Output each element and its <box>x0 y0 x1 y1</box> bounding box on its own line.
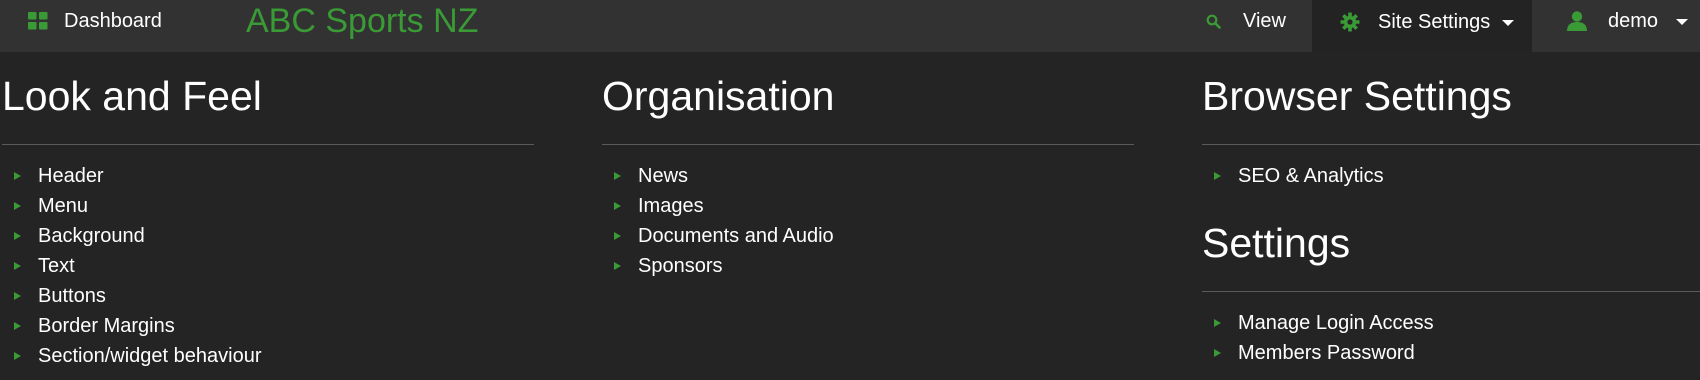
triangle-right-icon <box>1214 319 1221 327</box>
triangle-right-icon <box>614 172 621 180</box>
link-label: Manage Login Access <box>1238 311 1434 334</box>
link-text[interactable]: Text <box>2 251 534 281</box>
browser-settings-section: Browser Settings SEO & Analytics <box>1202 72 1700 191</box>
link-seo-analytics[interactable]: SEO & Analytics <box>1202 161 1700 191</box>
dashboard-nav-link[interactable]: Dashboard <box>28 0 162 42</box>
organisation-section: Organisation News Images Documents and A… <box>602 72 1134 281</box>
chevron-down-icon <box>1676 19 1689 25</box>
grid-icon <box>28 12 48 30</box>
triangle-right-icon <box>614 202 621 210</box>
link-label: Buttons <box>38 284 106 307</box>
link-label: Members Password <box>1238 341 1415 364</box>
settings-section: Settings Manage Login Access Members Pas… <box>1202 219 1700 368</box>
link-manage-login-access[interactable]: Manage Login Access <box>1202 308 1700 338</box>
link-header[interactable]: Header <box>2 161 534 191</box>
section-title: Look and Feel <box>2 73 262 119</box>
link-label: Border Margins <box>38 314 175 337</box>
link-documents-and-audio[interactable]: Documents and Audio <box>602 221 1134 251</box>
link-label: Menu <box>38 194 89 217</box>
link-sponsors[interactable]: Sponsors <box>602 251 1134 281</box>
gear-icon <box>1340 12 1360 32</box>
settings-links: Manage Login Access Members Password <box>1202 308 1700 368</box>
link-buttons[interactable]: Buttons <box>2 281 534 311</box>
triangle-right-icon <box>14 202 21 210</box>
search-icon <box>1206 14 1221 29</box>
link-images[interactable]: Images <box>602 191 1134 221</box>
section-title: Browser Settings <box>1202 73 1512 119</box>
site-settings-menu[interactable]: Site Settings <box>1312 0 1532 52</box>
triangle-right-icon <box>614 232 621 240</box>
link-label: Documents and Audio <box>638 224 834 247</box>
look-and-feel-links: Header Menu Background Text Buttons Bord… <box>2 161 534 371</box>
site-brand[interactable]: ABC Sports NZ <box>246 0 478 42</box>
link-label: Text <box>38 254 75 277</box>
link-label: Background <box>38 224 145 247</box>
triangle-right-icon <box>14 322 21 330</box>
link-label: News <box>638 164 689 187</box>
triangle-right-icon <box>14 232 21 240</box>
dashboard-label: Dashboard <box>64 9 162 32</box>
view-site-link[interactable]: View <box>1206 0 1286 42</box>
user-menu[interactable]: demo <box>1566 0 1689 42</box>
link-label: Section/widget behaviour <box>38 344 262 367</box>
organisation-links: News Images Documents and Audio Sponsors <box>602 161 1134 281</box>
user-label: demo <box>1608 9 1659 32</box>
triangle-right-icon <box>1214 349 1221 357</box>
triangle-right-icon <box>1214 172 1221 180</box>
look-and-feel-section: Look and Feel Header Menu Background Tex… <box>2 72 534 371</box>
browser-settings-links: SEO & Analytics <box>1202 161 1700 191</box>
link-news[interactable]: News <box>602 161 1134 191</box>
triangle-right-icon <box>14 262 21 270</box>
link-background[interactable]: Background <box>2 221 534 251</box>
triangle-right-icon <box>614 262 621 270</box>
site-settings-label: Site Settings <box>1378 10 1491 33</box>
link-section-widget-behaviour[interactable]: Section/widget behaviour <box>2 341 534 371</box>
user-icon <box>1566 10 1588 32</box>
section-divider <box>1202 144 1700 145</box>
link-menu[interactable]: Menu <box>2 191 534 221</box>
section-divider <box>602 144 1134 145</box>
triangle-right-icon <box>14 352 21 360</box>
triangle-right-icon <box>14 172 21 180</box>
link-label: Header <box>38 164 104 187</box>
section-divider <box>2 144 534 145</box>
link-border-margins[interactable]: Border Margins <box>2 311 534 341</box>
link-label: Images <box>638 194 704 217</box>
triangle-right-icon <box>14 292 21 300</box>
section-divider <box>1202 291 1700 292</box>
link-label: SEO & Analytics <box>1238 164 1384 187</box>
view-label: View <box>1243 9 1286 32</box>
chevron-down-icon <box>1502 20 1515 26</box>
link-label: Sponsors <box>638 254 723 277</box>
section-title: Organisation <box>602 73 835 119</box>
section-title: Settings <box>1202 220 1351 266</box>
top-navigation-bar: Dashboard ABC Sports NZ View Site Settin… <box>0 0 1700 52</box>
link-members-password[interactable]: Members Password <box>1202 338 1700 368</box>
